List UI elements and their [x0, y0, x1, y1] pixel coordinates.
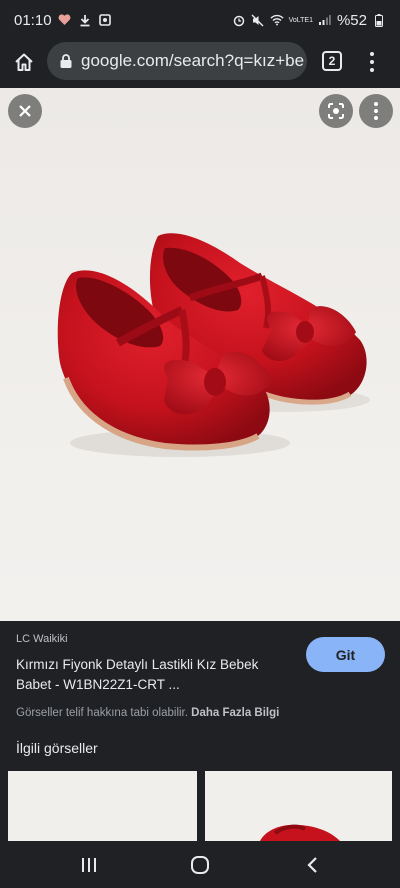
menu-dot: [370, 60, 374, 64]
battery-percent: %52: [336, 11, 367, 29]
lens-icon: [328, 103, 344, 119]
menu-dot: [370, 52, 374, 56]
copyright-text: Görseller telif hakkına tabi olabilir.: [16, 707, 188, 719]
more-options-button[interactable]: [359, 94, 393, 128]
signal-icon: [318, 13, 332, 27]
download-icon: [78, 13, 92, 27]
back-icon: [307, 857, 317, 873]
home-button[interactable]: [10, 48, 38, 76]
close-button[interactable]: [8, 94, 42, 128]
address-bar[interactable]: google.com/search?q=kız+be: [47, 42, 307, 80]
more-dot: [374, 116, 378, 120]
related-image-thumbnail[interactable]: [8, 771, 197, 841]
related-images-heading: İlgili görseller: [16, 740, 98, 756]
url-text: google.com/search?q=kız+be: [81, 51, 305, 70]
browser-toolbar: google.com/search?q=kız+be 2: [0, 40, 400, 86]
alarm-icon: [232, 13, 246, 27]
battery-icon: [372, 13, 386, 27]
screenshot-icon: [98, 13, 112, 27]
visit-button[interactable]: Git: [306, 637, 385, 672]
back-button[interactable]: [298, 850, 328, 880]
close-icon: [19, 105, 31, 117]
more-info-link[interactable]: Daha Fazla Bilgi: [191, 707, 279, 719]
more-dot: [374, 102, 378, 106]
browser-menu-button[interactable]: [362, 48, 382, 76]
wifi-icon: [270, 13, 284, 27]
lock-icon: [60, 54, 72, 68]
related-image-thumbnail[interactable]: [205, 771, 392, 841]
image-info-panel: LC Waikiki Kırmızı Fiyonk Detaylı Lastik…: [0, 621, 400, 736]
home-circle-icon: [191, 856, 209, 874]
image-title[interactable]: Kırmızı Fiyonk Detaylı Lastikli Kız Bebe…: [16, 655, 296, 695]
heart-icon: [58, 13, 72, 27]
system-nav-bar: [0, 842, 400, 888]
status-bar: 01:10 VoLTE1 %52: [0, 0, 400, 40]
recent-apps-icon: [82, 858, 96, 872]
phone-screen: 01:10 VoLTE1 %52 google.com/search?q=kız…: [0, 0, 400, 888]
status-time: 01:10: [14, 11, 52, 29]
product-image: [57, 233, 370, 457]
related-shoe-image: [260, 824, 340, 841]
more-dot: [374, 109, 378, 113]
copyright-notice: Görseller telif hakkına tabi olabilir. D…: [16, 707, 384, 719]
image-viewer[interactable]: [0, 88, 400, 621]
home-icon: [15, 53, 33, 71]
menu-dot: [370, 68, 374, 72]
tab-switcher-button[interactable]: 2: [322, 51, 342, 71]
home-nav-button[interactable]: [185, 850, 215, 880]
mute-icon: [251, 13, 265, 27]
volte-label: VoLTE1: [288, 16, 313, 24]
recent-apps-button[interactable]: [74, 850, 104, 880]
lens-button[interactable]: [319, 94, 353, 128]
